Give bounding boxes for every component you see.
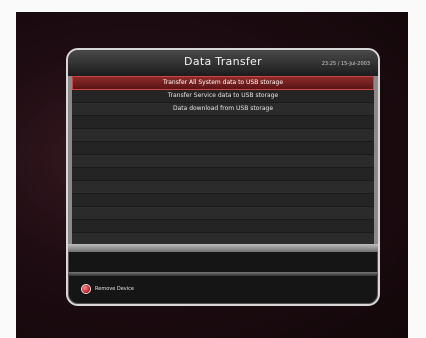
datetime-readout: 23:25 / 15-Jul-2003 (321, 61, 370, 67)
menu-empty-row (72, 220, 374, 233)
tv-screen: Data Transfer 23:25 / 15-Jul-2003 Transf… (16, 12, 408, 338)
menu-empty-row (72, 181, 374, 194)
menu-item-download-from-usb[interactable]: Data download from USB storage (72, 103, 374, 116)
dialog-header: Data Transfer 23:25 / 15-Jul-2003 (68, 50, 378, 76)
menu-list: Transfer All System data to USB storage … (68, 76, 378, 246)
list-bottom-bar (68, 244, 378, 252)
menu-empty-row (72, 207, 374, 220)
remove-device-label: Remove Device (95, 286, 134, 292)
menu-item-transfer-all-system[interactable]: Transfer All System data to USB storage (72, 76, 374, 90)
footer-hints: Remove Device (82, 284, 134, 294)
menu-empty-row (72, 142, 374, 155)
footer-divider (68, 272, 378, 276)
menu-empty-row (72, 116, 374, 129)
menu-empty-row (72, 155, 374, 168)
red-button-icon[interactable] (82, 285, 90, 293)
menu-empty-row (72, 168, 374, 181)
menu-empty-row (72, 129, 374, 142)
menu-item-transfer-service[interactable]: Transfer Service data to USB storage (72, 90, 374, 103)
menu-empty-row (72, 194, 374, 207)
data-transfer-dialog: Data Transfer 23:25 / 15-Jul-2003 Transf… (66, 48, 380, 306)
